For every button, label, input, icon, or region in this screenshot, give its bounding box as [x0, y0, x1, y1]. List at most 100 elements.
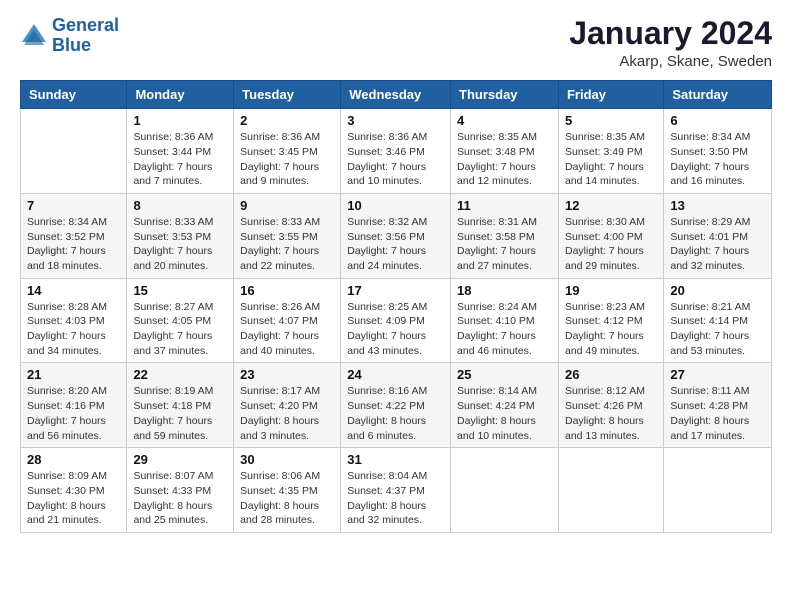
- day-number: 31: [347, 452, 444, 467]
- day-info: Sunrise: 8:35 AM Sunset: 3:49 PM Dayligh…: [565, 130, 657, 189]
- day-info: Sunrise: 8:26 AM Sunset: 4:07 PM Dayligh…: [240, 300, 334, 359]
- weekday-header: Sunday: [21, 81, 127, 109]
- day-number: 25: [457, 367, 552, 382]
- day-info: Sunrise: 8:04 AM Sunset: 4:37 PM Dayligh…: [347, 469, 444, 528]
- location: Akarp, Skane, Sweden: [569, 53, 772, 70]
- day-info: Sunrise: 8:35 AM Sunset: 3:48 PM Dayligh…: [457, 130, 552, 189]
- weekday-header: Saturday: [664, 81, 772, 109]
- day-info: Sunrise: 8:34 AM Sunset: 3:50 PM Dayligh…: [670, 130, 765, 189]
- day-info: Sunrise: 8:23 AM Sunset: 4:12 PM Dayligh…: [565, 300, 657, 359]
- calendar-cell: 2 Sunrise: 8:36 AM Sunset: 3:45 PM Daylig…: [234, 109, 341, 194]
- weekday-header: Tuesday: [234, 81, 341, 109]
- logo: General Blue: [20, 16, 119, 56]
- day-info: Sunrise: 8:17 AM Sunset: 4:20 PM Dayligh…: [240, 384, 334, 443]
- day-number: 24: [347, 367, 444, 382]
- day-info: Sunrise: 8:07 AM Sunset: 4:33 PM Dayligh…: [133, 469, 227, 528]
- day-info: Sunrise: 8:06 AM Sunset: 4:35 PM Dayligh…: [240, 469, 334, 528]
- calendar-cell: 29 Sunrise: 8:07 AM Sunset: 4:33 PM Dayli…: [127, 448, 234, 533]
- day-number: 22: [133, 367, 227, 382]
- weekday-header: Friday: [558, 81, 663, 109]
- day-number: 6: [670, 113, 765, 128]
- calendar-cell: 24 Sunrise: 8:16 AM Sunset: 4:22 PM Dayli…: [341, 363, 451, 448]
- weekday-header: Monday: [127, 81, 234, 109]
- day-number: 29: [133, 452, 227, 467]
- day-info: Sunrise: 8:33 AM Sunset: 3:53 PM Dayligh…: [133, 215, 227, 274]
- day-info: Sunrise: 8:34 AM Sunset: 3:52 PM Dayligh…: [27, 215, 120, 274]
- calendar-cell: [558, 448, 663, 533]
- day-info: Sunrise: 8:20 AM Sunset: 4:16 PM Dayligh…: [27, 384, 120, 443]
- header: General Blue January 2024 Akarp, Skane, …: [20, 16, 772, 70]
- day-info: Sunrise: 8:19 AM Sunset: 4:18 PM Dayligh…: [133, 384, 227, 443]
- day-info: Sunrise: 8:29 AM Sunset: 4:01 PM Dayligh…: [670, 215, 765, 274]
- calendar-cell: 18Sunrise: 8:24 AM Sunset: 4:10 PM Dayli…: [451, 278, 559, 363]
- calendar-cell: 20 Sunrise: 8:21 AM Sunset: 4:14 PM Dayli…: [664, 278, 772, 363]
- day-info: Sunrise: 8:09 AM Sunset: 4:30 PM Dayligh…: [27, 469, 120, 528]
- calendar-cell: 31 Sunrise: 8:04 AM Sunset: 4:37 PM Dayli…: [341, 448, 451, 533]
- calendar-table: SundayMondayTuesdayWednesdayThursdayFrid…: [20, 80, 772, 533]
- day-number: 7: [27, 198, 120, 213]
- day-info: Sunrise: 8:12 AM Sunset: 4:26 PM Dayligh…: [565, 384, 657, 443]
- day-number: 1: [133, 113, 227, 128]
- day-info: Sunrise: 8:14 AM Sunset: 4:24 PM Dayligh…: [457, 384, 552, 443]
- weekday-header: Wednesday: [341, 81, 451, 109]
- day-number: 5: [565, 113, 657, 128]
- day-info: Sunrise: 8:16 AM Sunset: 4:22 PM Dayligh…: [347, 384, 444, 443]
- calendar-cell: 10Sunrise: 8:32 AM Sunset: 3:56 PM Dayli…: [341, 193, 451, 278]
- day-number: 18: [457, 283, 552, 298]
- calendar-cell: 27Sunrise: 8:11 AM Sunset: 4:28 PM Dayli…: [664, 363, 772, 448]
- calendar-cell: 6 Sunrise: 8:34 AM Sunset: 3:50 PM Daylig…: [664, 109, 772, 194]
- calendar-cell: 3Sunrise: 8:36 AM Sunset: 3:46 PM Daylig…: [341, 109, 451, 194]
- day-number: 11: [457, 198, 552, 213]
- logo-line2: Blue: [52, 35, 91, 55]
- calendar-cell: 5 Sunrise: 8:35 AM Sunset: 3:49 PM Daylig…: [558, 109, 663, 194]
- calendar-cell: 19 Sunrise: 8:23 AM Sunset: 4:12 PM Dayli…: [558, 278, 663, 363]
- day-number: 3: [347, 113, 444, 128]
- weekday-header: Thursday: [451, 81, 559, 109]
- day-info: Sunrise: 8:36 AM Sunset: 3:44 PM Dayligh…: [133, 130, 227, 189]
- calendar-cell: 17Sunrise: 8:25 AM Sunset: 4:09 PM Dayli…: [341, 278, 451, 363]
- calendar-week-row: 28Sunrise: 8:09 AM Sunset: 4:30 PM Dayli…: [21, 448, 772, 533]
- calendar-cell: 23 Sunrise: 8:17 AM Sunset: 4:20 PM Dayli…: [234, 363, 341, 448]
- day-number: 9: [240, 198, 334, 213]
- day-info: Sunrise: 8:21 AM Sunset: 4:14 PM Dayligh…: [670, 300, 765, 359]
- day-info: Sunrise: 8:28 AM Sunset: 4:03 PM Dayligh…: [27, 300, 120, 359]
- calendar-cell: 11 Sunrise: 8:31 AM Sunset: 3:58 PM Dayli…: [451, 193, 559, 278]
- logo-text: General Blue: [52, 16, 119, 56]
- calendar-cell: 1 Sunrise: 8:36 AM Sunset: 3:44 PM Daylig…: [127, 109, 234, 194]
- day-number: 21: [27, 367, 120, 382]
- calendar-cell: 16 Sunrise: 8:26 AM Sunset: 4:07 PM Dayli…: [234, 278, 341, 363]
- calendar-cell: 12 Sunrise: 8:30 AM Sunset: 4:00 PM Dayli…: [558, 193, 663, 278]
- day-info: Sunrise: 8:32 AM Sunset: 3:56 PM Dayligh…: [347, 215, 444, 274]
- day-info: Sunrise: 8:36 AM Sunset: 3:45 PM Dayligh…: [240, 130, 334, 189]
- calendar-cell: 4 Sunrise: 8:35 AM Sunset: 3:48 PM Daylig…: [451, 109, 559, 194]
- day-number: 26: [565, 367, 657, 382]
- calendar-cell: 15 Sunrise: 8:27 AM Sunset: 4:05 PM Dayli…: [127, 278, 234, 363]
- day-info: Sunrise: 8:27 AM Sunset: 4:05 PM Dayligh…: [133, 300, 227, 359]
- day-number: 17: [347, 283, 444, 298]
- day-number: 12: [565, 198, 657, 213]
- day-number: 23: [240, 367, 334, 382]
- calendar-cell: 9 Sunrise: 8:33 AM Sunset: 3:55 PM Daylig…: [234, 193, 341, 278]
- day-number: 13: [670, 198, 765, 213]
- calendar-cell: 14 Sunrise: 8:28 AM Sunset: 4:03 PM Dayli…: [21, 278, 127, 363]
- day-number: 27: [670, 367, 765, 382]
- header-row: SundayMondayTuesdayWednesdayThursdayFrid…: [21, 81, 772, 109]
- day-number: 2: [240, 113, 334, 128]
- calendar-week-row: 7 Sunrise: 8:34 AM Sunset: 3:52 PM Daylig…: [21, 193, 772, 278]
- calendar-cell: 25 Sunrise: 8:14 AM Sunset: 4:24 PM Dayli…: [451, 363, 559, 448]
- calendar-cell: 21 Sunrise: 8:20 AM Sunset: 4:16 PM Dayli…: [21, 363, 127, 448]
- day-number: 14: [27, 283, 120, 298]
- calendar-cell: 26 Sunrise: 8:12 AM Sunset: 4:26 PM Dayli…: [558, 363, 663, 448]
- day-number: 15: [133, 283, 227, 298]
- logo-line1: General: [52, 15, 119, 35]
- day-info: Sunrise: 8:30 AM Sunset: 4:00 PM Dayligh…: [565, 215, 657, 274]
- calendar-week-row: 14 Sunrise: 8:28 AM Sunset: 4:03 PM Dayli…: [21, 278, 772, 363]
- day-number: 4: [457, 113, 552, 128]
- day-number: 8: [133, 198, 227, 213]
- calendar-cell: 28Sunrise: 8:09 AM Sunset: 4:30 PM Dayli…: [21, 448, 127, 533]
- day-number: 19: [565, 283, 657, 298]
- day-info: Sunrise: 8:33 AM Sunset: 3:55 PM Dayligh…: [240, 215, 334, 274]
- day-number: 20: [670, 283, 765, 298]
- day-info: Sunrise: 8:31 AM Sunset: 3:58 PM Dayligh…: [457, 215, 552, 274]
- day-number: 16: [240, 283, 334, 298]
